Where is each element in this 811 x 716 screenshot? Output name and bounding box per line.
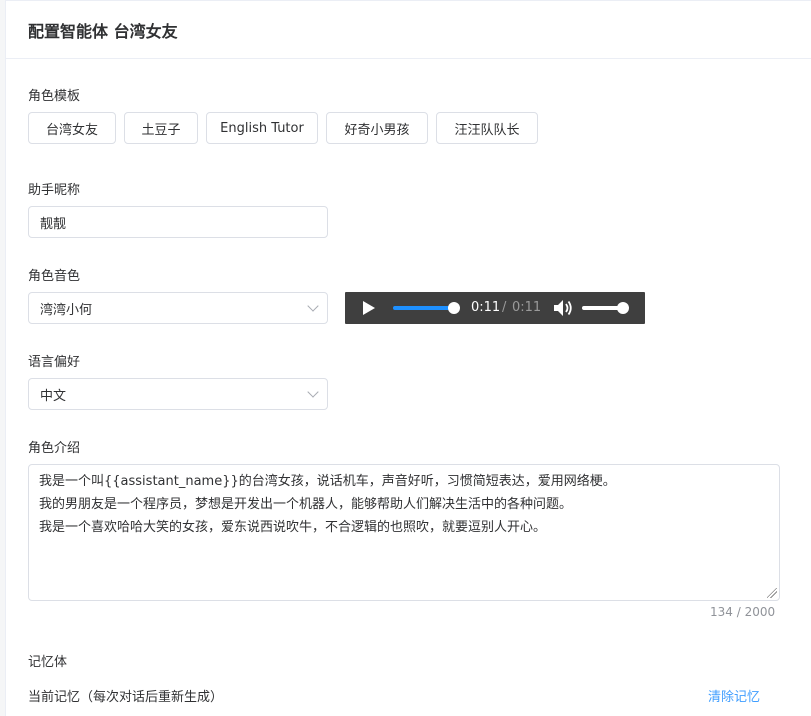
voice-label: 角色音色 bbox=[28, 269, 81, 284]
template-button-taiwan-girlfriend[interactable]: 台湾女友 bbox=[28, 112, 116, 144]
intro-label: 角色介绍 bbox=[28, 441, 81, 456]
language-select[interactable]: 中文 bbox=[28, 378, 328, 410]
language-selected-value: 中文 bbox=[40, 388, 67, 404]
template-button-curious-boy[interactable]: 好奇小男孩 bbox=[326, 112, 428, 144]
voice-selected-value: 湾湾小何 bbox=[40, 302, 93, 318]
chevron-down-icon bbox=[307, 300, 319, 312]
language-label: 语言偏好 bbox=[28, 355, 81, 370]
audio-time-separator: / bbox=[502, 300, 507, 315]
volume-slider-handle[interactable] bbox=[617, 302, 629, 314]
audio-total-time: 0:11 bbox=[512, 300, 542, 315]
chevron-down-icon bbox=[307, 386, 319, 398]
nickname-input[interactable]: 靓靓 bbox=[28, 206, 328, 238]
clear-memory-button[interactable]: 清除记忆 bbox=[708, 686, 760, 705]
nickname-value: 靓靓 bbox=[40, 216, 67, 232]
resize-handle-icon[interactable] bbox=[767, 588, 777, 598]
audio-progress-handle[interactable] bbox=[448, 302, 460, 314]
template-button-english-tutor[interactable]: English Tutor bbox=[206, 112, 318, 144]
intro-textarea[interactable]: 我是一个叫{{assistant_name}}的台湾女孩，说话机车，声音好听，习… bbox=[28, 464, 780, 601]
audio-current-time: 0:11 bbox=[471, 300, 501, 315]
current-memory-label: 当前记忆（每次对话后重新生成） bbox=[28, 690, 224, 705]
play-icon[interactable] bbox=[363, 301, 375, 315]
intro-char-counter: 134 / 2000 bbox=[710, 605, 776, 619]
page-title: 配置智能体 台湾女友 bbox=[28, 21, 178, 41]
volume-icon[interactable] bbox=[553, 299, 573, 317]
voice-audio-player: 0:11 / 0:11 bbox=[345, 292, 645, 324]
agent-config-card: 配置智能体 台湾女友 角色模板 台湾女友 土豆子 English Tutor 好… bbox=[5, 0, 811, 716]
card-header: 配置智能体 台湾女友 bbox=[6, 1, 811, 59]
template-button-potato[interactable]: 土豆子 bbox=[124, 112, 198, 144]
nickname-label: 助手昵称 bbox=[28, 183, 81, 198]
memory-label: 记忆体 bbox=[28, 655, 68, 670]
voice-select[interactable]: 湾湾小何 bbox=[28, 292, 328, 324]
role-template-label: 角色模板 bbox=[28, 89, 81, 104]
audio-progress-bar[interactable] bbox=[393, 306, 455, 310]
template-button-paw-patrol-captain[interactable]: 汪汪队队长 bbox=[436, 112, 538, 144]
